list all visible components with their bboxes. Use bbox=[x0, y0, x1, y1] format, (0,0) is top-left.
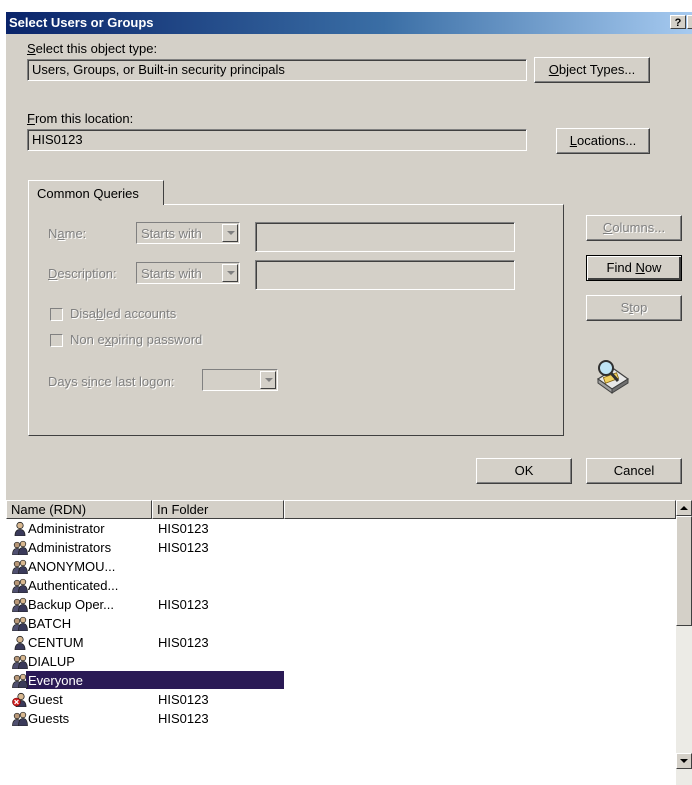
stop-button[interactable]: Stop bbox=[586, 295, 682, 321]
group-icon bbox=[12, 540, 28, 556]
group-icon bbox=[12, 654, 28, 670]
row-name: DIALUP bbox=[28, 654, 75, 669]
disabled-accounts-checkbox[interactable] bbox=[50, 308, 63, 321]
row-name: Authenticated... bbox=[28, 578, 119, 593]
locations-button[interactable]: Locations... bbox=[556, 128, 650, 154]
description-mode-dropdown[interactable]: Starts with bbox=[136, 262, 240, 284]
non-expiring-password-label: Non expiring password bbox=[70, 332, 203, 347]
group-icon bbox=[12, 673, 28, 689]
scroll-up-button[interactable] bbox=[676, 500, 692, 516]
list-item[interactable]: Everyone bbox=[6, 671, 676, 690]
find-now-button[interactable]: Find Now bbox=[586, 255, 682, 281]
name-label: Name: bbox=[48, 226, 87, 241]
group-icon bbox=[12, 559, 28, 575]
name-input[interactable] bbox=[255, 222, 515, 252]
group-icon bbox=[12, 616, 28, 632]
description-input[interactable] bbox=[255, 260, 515, 290]
row-name: CENTUM bbox=[28, 635, 84, 650]
disabled-user-icon bbox=[12, 692, 28, 708]
row-name: Everyone bbox=[28, 673, 83, 688]
chevron-down-icon[interactable] bbox=[260, 371, 276, 389]
vertical-scrollbar[interactable] bbox=[676, 500, 692, 785]
help-button[interactable]: ? bbox=[670, 15, 686, 29]
list-item[interactable]: CENTUM HIS0123 bbox=[6, 633, 676, 652]
row-name: Administrator bbox=[28, 521, 105, 536]
list-item[interactable]: Guests HIS0123 bbox=[6, 709, 676, 728]
name-mode-value: Starts with bbox=[141, 226, 202, 241]
row-folder: HIS0123 bbox=[158, 540, 209, 555]
list-item[interactable]: Administrator HIS0123 bbox=[6, 519, 676, 538]
disabled-accounts-label: Disabled accounts bbox=[70, 306, 177, 321]
scroll-down-button[interactable] bbox=[676, 753, 692, 769]
title-bar[interactable]: Select Users or Groups ? × bbox=[6, 12, 692, 34]
chevron-down-icon[interactable] bbox=[222, 224, 238, 242]
results-rows: Administrator HIS0123 Administrators HIS012… bbox=[6, 519, 676, 728]
row-name: Guest bbox=[28, 692, 63, 707]
description-label: Description: bbox=[48, 266, 117, 281]
user-icon bbox=[12, 635, 28, 651]
row-name: BATCH bbox=[28, 616, 72, 631]
search-magnifier-icon bbox=[596, 360, 630, 394]
chevron-down-icon[interactable] bbox=[222, 264, 238, 282]
list-item[interactable]: Authenticated... bbox=[6, 576, 676, 595]
column-header-folder[interactable]: In Folder bbox=[152, 500, 284, 519]
group-icon bbox=[12, 711, 28, 727]
location-field: HIS0123 bbox=[27, 129, 527, 151]
column-header-blank bbox=[284, 500, 676, 519]
list-item[interactable]: DIALUP bbox=[6, 652, 676, 671]
non-expiring-password-checkbox[interactable] bbox=[50, 334, 63, 347]
list-item[interactable]: Administrators HIS0123 bbox=[6, 538, 676, 557]
group-icon bbox=[12, 597, 28, 613]
dialog-title: Select Users or Groups bbox=[9, 15, 154, 30]
list-item[interactable]: Guest HIS0123 bbox=[6, 690, 676, 709]
results-header: Name (RDN) In Folder bbox=[6, 500, 676, 519]
row-name: ANONYMOU... bbox=[28, 559, 116, 574]
row-name: Guests bbox=[28, 711, 70, 726]
row-name: Administrators bbox=[28, 540, 112, 555]
row-folder: HIS0123 bbox=[158, 711, 209, 726]
group-icon bbox=[12, 578, 28, 594]
description-mode-value: Starts with bbox=[141, 266, 202, 281]
row-name: Backup Oper... bbox=[28, 597, 114, 612]
days-since-logon-dropdown[interactable] bbox=[202, 369, 278, 391]
ok-button[interactable]: OK bbox=[476, 458, 572, 484]
location-label: From this location: bbox=[27, 111, 134, 126]
arrow-up-icon bbox=[680, 506, 688, 510]
days-since-logon-label: Days since last logon: bbox=[48, 374, 175, 389]
name-mode-dropdown[interactable]: Starts with bbox=[136, 222, 240, 244]
columns-button[interactable]: Columns... bbox=[586, 215, 682, 241]
close-button[interactable]: × bbox=[687, 15, 692, 29]
list-item[interactable]: ANONYMOU... bbox=[6, 557, 676, 576]
cancel-button[interactable]: Cancel bbox=[586, 458, 682, 484]
row-folder: HIS0123 bbox=[158, 692, 209, 707]
object-types-button[interactable]: Object Types... bbox=[534, 57, 650, 83]
row-folder: HIS0123 bbox=[158, 635, 209, 650]
scroll-thumb[interactable] bbox=[676, 516, 692, 626]
row-folder: HIS0123 bbox=[158, 597, 209, 612]
help-icon: ? bbox=[674, 17, 682, 29]
column-header-name[interactable]: Name (RDN) bbox=[6, 500, 152, 519]
user-icon bbox=[12, 521, 28, 537]
search-results-list[interactable]: Name (RDN) In Folder Administrator HIS012… bbox=[6, 500, 692, 785]
list-item[interactable]: Backup Oper... HIS0123 bbox=[6, 595, 676, 614]
row-folder: HIS0123 bbox=[158, 521, 209, 536]
arrow-down-icon bbox=[680, 759, 688, 763]
object-type-field: Users, Groups, or Built-in security prin… bbox=[27, 59, 527, 81]
object-type-label: Select this object type: bbox=[27, 41, 158, 56]
tab-common-queries[interactable]: Common Queries bbox=[28, 180, 164, 205]
list-item[interactable]: BATCH bbox=[6, 614, 676, 633]
